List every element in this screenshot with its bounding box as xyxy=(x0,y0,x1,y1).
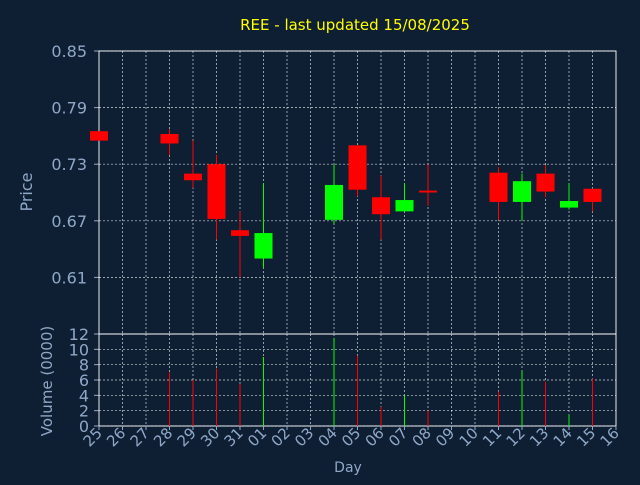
x-tick-label: 04 xyxy=(315,424,341,450)
x-tick-label: 11 xyxy=(479,424,505,450)
x-tick-label: 31 xyxy=(221,424,247,450)
x-tick-label: 08 xyxy=(409,424,435,450)
x-tick-label: 03 xyxy=(291,424,317,450)
price-tick-label: 0.79 xyxy=(51,99,87,118)
chart-container: REE - last updated 15/08/2025 Price Volu… xyxy=(0,0,640,480)
x-tick-label: 15 xyxy=(573,424,599,450)
volume-panel: 024681012 xyxy=(69,325,617,436)
x-tick-label: 29 xyxy=(174,424,200,450)
candle-body xyxy=(560,200,578,208)
candle-body xyxy=(536,173,555,192)
price-axis-label: Price xyxy=(17,172,36,211)
candle-body xyxy=(372,197,390,215)
candle-body xyxy=(395,200,414,212)
x-tick-label: 30 xyxy=(197,424,223,450)
candle-body xyxy=(325,184,343,220)
candle-body xyxy=(513,181,531,202)
candle-body xyxy=(254,233,273,259)
x-tick-label: 12 xyxy=(503,424,529,450)
price-tick-label: 0.85 xyxy=(51,42,87,61)
price-tick-label: 0.73 xyxy=(51,155,87,174)
x-tick-label: 01 xyxy=(244,424,270,450)
candle-body xyxy=(231,230,249,236)
x-tick-label: 06 xyxy=(362,424,388,450)
candle-body xyxy=(419,190,437,193)
price-tick-label: 0.67 xyxy=(51,212,87,231)
candle-body xyxy=(583,188,602,202)
x-tick-label: 28 xyxy=(150,424,176,450)
stock-chart: REE - last updated 15/08/2025 Price Volu… xyxy=(17,16,623,476)
x-tick-label: 14 xyxy=(550,424,576,450)
candle-body xyxy=(184,173,202,181)
x-tick-label: 07 xyxy=(385,424,411,450)
x-tick-label: 05 xyxy=(338,424,364,450)
x-tick-label: 10 xyxy=(456,424,482,450)
x-tick-label: 13 xyxy=(526,424,552,450)
x-tick-labels: 2526272829303101020304050607080910111213… xyxy=(80,424,623,450)
x-tick-label: 16 xyxy=(597,424,623,450)
x-tick-label: 09 xyxy=(432,424,458,450)
candle-body xyxy=(160,134,179,144)
x-tick-label: 26 xyxy=(103,424,129,450)
volume-tick-label: 12 xyxy=(69,325,89,344)
candle-body xyxy=(489,172,508,202)
candle-body xyxy=(348,145,367,190)
x-axis-label: Day xyxy=(334,460,362,476)
price-tick-label: 0.61 xyxy=(51,268,87,287)
chart-title: REE - last updated 15/08/2025 xyxy=(240,16,470,34)
price-panel: 0.61 0.67 0.73 0.79 0.85 xyxy=(51,42,617,335)
candle-body xyxy=(90,131,108,141)
x-tick-label: 02 xyxy=(268,424,294,450)
x-tick-label: 27 xyxy=(127,424,153,450)
candle-body xyxy=(207,164,226,219)
volume-axis-label: Volume (0000) xyxy=(38,326,56,436)
